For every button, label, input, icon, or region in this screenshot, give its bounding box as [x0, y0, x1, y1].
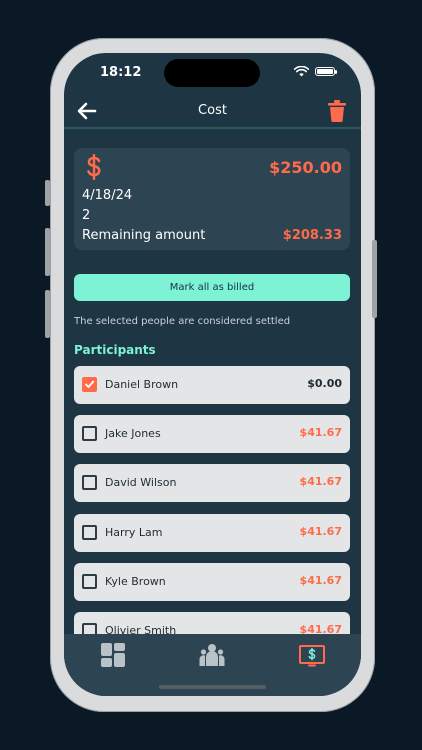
participant-name: Harry Lam	[105, 526, 163, 539]
participants-heading: Participants	[74, 343, 156, 357]
volume-up-button	[45, 228, 50, 276]
home-indicator	[159, 685, 266, 689]
participant-amount: $41.67	[299, 623, 342, 634]
remaining-label: Remaining amount	[82, 228, 206, 243]
mute-switch	[45, 180, 50, 206]
mark-all-billed-button[interactable]: Mark all as billed	[74, 274, 350, 301]
participant-row[interactable]: Harry Lam $41.67	[74, 514, 350, 552]
cost-summary-card: $250.00 4/18/24 2 Remaining amount $208.…	[74, 148, 350, 250]
wifi-icon	[294, 66, 309, 77]
app-header: Cost	[64, 93, 361, 129]
phone-screen: 18:12 Cost $250.00 4/18/24 2 Remaining a…	[64, 53, 361, 696]
participant-name: Kyle Brown	[105, 575, 166, 588]
cost-detail-content: $250.00 4/18/24 2 Remaining amount $208.…	[64, 131, 361, 634]
battery-icon	[315, 67, 337, 76]
cost-icon[interactable]	[299, 642, 325, 668]
total-amount: $250.00	[269, 158, 342, 177]
power-button	[372, 240, 377, 318]
dynamic-island	[164, 59, 260, 87]
participant-checkbox[interactable]	[82, 623, 97, 634]
page-title: Cost	[198, 103, 227, 118]
participant-row[interactable]: Kyle Brown $41.67	[74, 563, 350, 601]
participant-row[interactable]: Olivier Smith $41.67	[74, 612, 350, 634]
participant-amount: $41.67	[299, 525, 342, 538]
participant-name: Daniel Brown	[105, 378, 179, 391]
participant-row[interactable]: Daniel Brown $0.00	[74, 366, 350, 404]
participant-checkbox[interactable]	[82, 525, 97, 540]
participant-name: Olivier Smith	[105, 624, 177, 634]
status-icons	[294, 66, 337, 77]
settled-note: The selected people are considered settl…	[74, 316, 291, 327]
participant-amount: $41.67	[299, 574, 342, 587]
dashboard-icon[interactable]	[100, 642, 126, 668]
participant-amount: $41.67	[299, 475, 342, 488]
group-icon[interactable]	[199, 642, 225, 668]
participant-amount: $41.67	[299, 426, 342, 439]
status-time: 18:12	[100, 65, 142, 80]
participant-row[interactable]: Jake Jones $41.67	[74, 415, 350, 453]
checkmark-icon	[85, 380, 95, 388]
volume-down-button	[45, 290, 50, 338]
participant-checkbox[interactable]	[82, 574, 97, 589]
participant-checkbox[interactable]	[82, 475, 97, 490]
participant-checkbox[interactable]	[82, 426, 97, 441]
trash-icon[interactable]	[327, 99, 347, 123]
participant-name: Jake Jones	[105, 427, 161, 440]
remaining-amount: $208.33	[282, 228, 342, 243]
participant-count: 2	[82, 208, 91, 223]
participant-name: David Wilson	[105, 476, 177, 489]
dollar-icon	[87, 154, 101, 180]
participant-checkbox[interactable]	[82, 377, 97, 392]
participant-amount: $0.00	[307, 377, 342, 390]
cost-date: 4/18/24	[82, 188, 133, 203]
participant-row[interactable]: David Wilson $41.67	[74, 464, 350, 502]
